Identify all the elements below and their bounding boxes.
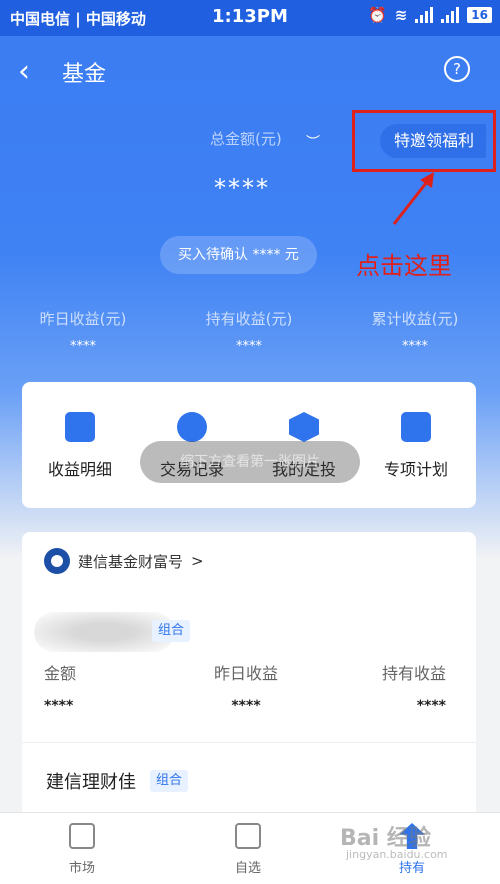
stat-cumulative: 累计收益(元) **** [350, 308, 480, 354]
chevron-left-icon[interactable]: ‹ [18, 54, 30, 89]
eye-closed-icon[interactable]: ︶ [306, 132, 320, 152]
tab-label: 市场 [68, 861, 95, 876]
tab-label: 持有 [398, 861, 425, 876]
alarm-icon: ⏰ [368, 6, 387, 24]
tab-label: 自选 [234, 861, 261, 876]
column-label: 昨日收益 [214, 664, 279, 683]
column-label: 持有收益 [382, 664, 447, 683]
action-special-plan[interactable]: 专项计划 [366, 412, 466, 480]
chevron-right-icon: > [191, 552, 204, 570]
add-box-icon [235, 823, 261, 849]
action-earnings-detail[interactable]: 收益明细 [30, 412, 130, 480]
fund-holding-earnings: 持有收益 **** [382, 660, 446, 714]
battery-icon: 16 [467, 7, 492, 23]
fund-provider-name: 建信基金财富号 [78, 552, 184, 571]
wifi-icon: ≋ [394, 6, 408, 24]
column-label: 金额 [44, 664, 77, 683]
tab-watchlist[interactable]: 自选 [208, 823, 288, 876]
portfolio-tag: 组合 [152, 620, 191, 642]
annotation-text: 点击这里 [356, 252, 452, 280]
fund-provider-row[interactable]: 建信基金财富号 > [44, 548, 204, 574]
total-amount-label: 总金额(元) [210, 130, 282, 148]
column-value: **** [231, 698, 261, 714]
signal-icon-2 [441, 7, 460, 23]
ccb-logo-icon [44, 548, 70, 574]
stat-label: 持有收益(元) [205, 310, 293, 328]
portfolio-tag-2: 组合 [150, 770, 189, 792]
tab-market[interactable]: 市场 [42, 823, 122, 876]
annotation-highlight-box [352, 110, 496, 172]
annotation-arrow-icon [392, 172, 434, 225]
stat-value: **** [236, 339, 262, 354]
total-amount-value: **** [214, 174, 270, 202]
fund-yesterday-earnings: 昨日收益 **** [214, 660, 278, 714]
action-label: 收益明细 [47, 460, 112, 479]
pending-confirm-pill[interactable]: 买入待确认 **** 元 [160, 236, 317, 274]
stat-value: **** [70, 339, 96, 354]
stat-yesterday: 昨日收益(元) **** [18, 308, 148, 354]
action-label: 专项计划 [383, 460, 448, 479]
stat-value: **** [402, 339, 428, 354]
fund-amount: 金额 **** [44, 660, 76, 714]
status-bar: 中国电信 | 中国移动 1:13PM ⏰ ≋ 16 [0, 0, 500, 36]
stat-label: 累计收益(元) [371, 310, 459, 328]
column-value: **** [416, 698, 447, 714]
record-icon [177, 412, 207, 442]
toast-overlay: 缩下方查看第一张图片 [140, 441, 360, 483]
divider [22, 742, 476, 743]
second-fund-name[interactable]: 建信理财佳 [46, 768, 136, 794]
column-value: **** [44, 698, 74, 714]
signal-icon [415, 7, 434, 23]
market-icon [69, 823, 95, 849]
carrier-label: 中国电信 | 中国移动 [10, 10, 146, 28]
nav-bar: ‹ 基金 ? [0, 40, 500, 100]
clock: 1:13PM [212, 6, 288, 27]
clock-shield-icon [289, 412, 319, 442]
fund-holdings-card: 建信基金财富号 > 组合 金额 **** 昨日收益 **** 持有收益 ****… [22, 532, 476, 832]
baidu-watermark-url: jingyan.baidu.com [346, 848, 448, 861]
document-icon [65, 412, 95, 442]
stat-holding: 持有收益(元) **** [184, 308, 314, 354]
bookmark-icon [401, 412, 431, 442]
page-title: 基金 [62, 62, 107, 87]
help-icon[interactable]: ? [444, 56, 470, 82]
stat-label: 昨日收益(元) [39, 310, 127, 328]
